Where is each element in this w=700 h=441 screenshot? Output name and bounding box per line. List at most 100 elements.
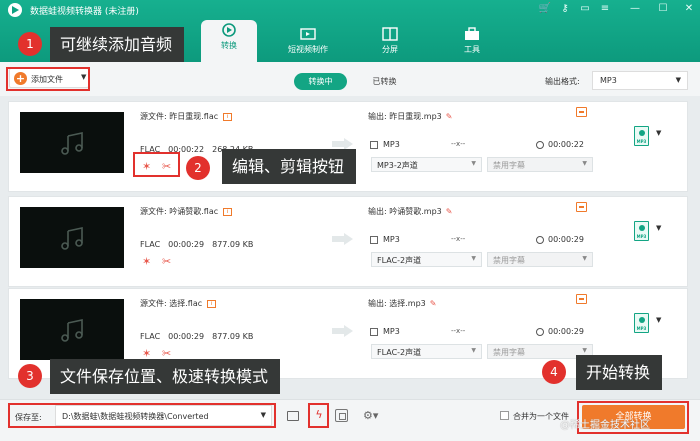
- add-file-button[interactable]: + 添加文件 ▼: [9, 68, 89, 88]
- edit-icon[interactable]: ✶: [142, 256, 151, 268]
- chevron-down-icon[interactable]: ▼: [656, 224, 661, 232]
- pencil-icon[interactable]: ✎: [446, 207, 453, 216]
- tab-short-video-label: 短视频制作: [288, 45, 328, 54]
- audio-track-value: FLAC-2声道: [377, 348, 422, 357]
- callout-number: 3: [18, 364, 42, 388]
- audio-thumbnail[interactable]: [20, 299, 124, 360]
- hardware-acceleration-icon[interactable]: [335, 409, 348, 422]
- chevron-down-icon[interactable]: ▼: [656, 129, 661, 137]
- pencil-icon[interactable]: ✎: [446, 112, 453, 121]
- chevron-down-icon: ▼: [471, 255, 476, 262]
- convert-icon: [222, 23, 236, 37]
- chevron-down-icon: ▼: [582, 255, 587, 262]
- source-file: 源文件: 选择.flac i: [140, 298, 217, 309]
- plus-icon: +: [14, 72, 27, 85]
- source-file-name: 源文件: 选择.flac: [140, 299, 203, 308]
- output-file: 输出: 昨日重现.mp3 ✎: [368, 111, 452, 122]
- subtitle-select[interactable]: 禁用字幕 ▼: [487, 252, 593, 267]
- merge-checkbox[interactable]: [500, 411, 509, 420]
- source-meta: FLAC 00:00:29 877.09 KB: [140, 332, 261, 341]
- folder-icon[interactable]: [287, 411, 299, 421]
- output-format: MP3: [370, 140, 400, 149]
- source-format: FLAC: [140, 332, 161, 341]
- audio-thumbnail[interactable]: [20, 207, 124, 268]
- output-duration-text: 00:00:22: [548, 140, 584, 149]
- output-format: MP3: [370, 235, 400, 244]
- audio-thumbnail[interactable]: [20, 112, 124, 173]
- gear-icon[interactable]: ⚙▾: [363, 407, 387, 424]
- mp3-format-icon[interactable]: MP3: [634, 126, 649, 146]
- tab-convert-label: 转换: [221, 41, 237, 50]
- output-info-icon[interactable]: [576, 107, 587, 117]
- chevron-down-icon: ▼: [582, 160, 587, 167]
- minimize-icon[interactable]: —: [628, 2, 642, 16]
- mp3-format-icon[interactable]: MP3: [634, 221, 649, 241]
- callout-number: 4: [542, 360, 566, 384]
- close-icon[interactable]: ✕: [682, 2, 696, 16]
- tab-converted[interactable]: 已转换: [358, 73, 411, 90]
- chat-icon[interactable]: ▭: [578, 2, 592, 16]
- source-format: FLAC: [140, 145, 161, 154]
- chevron-down-icon: ▼: [471, 160, 476, 167]
- scissors-icon[interactable]: ✂: [162, 256, 171, 268]
- source-duration: 00:00:29: [168, 332, 205, 341]
- app-logo-icon: [8, 3, 22, 17]
- arrow-right-icon: [332, 233, 354, 245]
- callout-label: 开始转换: [576, 355, 663, 390]
- chevron-down-icon[interactable]: ▼: [656, 316, 661, 324]
- clock-icon: [536, 327, 544, 336]
- tab-split[interactable]: 分屏: [348, 24, 432, 62]
- scissors-icon[interactable]: ✂: [162, 161, 171, 173]
- tab-converting[interactable]: 转换中: [294, 73, 347, 90]
- subtitle-select[interactable]: 禁用字幕 ▼: [487, 157, 593, 172]
- output-file-name: 输出: 选择.mp3: [368, 299, 426, 308]
- info-icon[interactable]: i: [207, 299, 217, 308]
- source-duration: 00:00:29: [168, 240, 205, 249]
- lightning-icon[interactable]: ϟ: [312, 405, 326, 426]
- tab-convert[interactable]: 转换: [201, 20, 257, 62]
- tab-tools[interactable]: 工具: [430, 24, 514, 62]
- audio-track-select[interactable]: FLAC-2声道 ▼: [371, 344, 482, 359]
- key-icon[interactable]: ⚷: [558, 2, 572, 16]
- output-format-text: MP3: [383, 235, 400, 244]
- tab-split-label: 分屏: [382, 45, 398, 54]
- output-info-icon[interactable]: [576, 202, 587, 212]
- mp3-format-icon[interactable]: MP3: [634, 313, 649, 333]
- cart-icon[interactable]: 🛒: [538, 2, 552, 16]
- output-format-select[interactable]: MP3 ▼: [592, 71, 688, 90]
- tab-short-video[interactable]: 短视频制作: [266, 24, 350, 62]
- output-file: 输出: 吟诵赞歌.mp3 ✎: [368, 206, 452, 217]
- pencil-icon[interactable]: ✎: [430, 299, 437, 308]
- chevron-down-icon: ▼: [675, 76, 681, 84]
- clock-icon: [536, 140, 544, 149]
- source-size: 877.09 KB: [212, 240, 254, 249]
- chevron-down-icon: ▼: [260, 411, 266, 419]
- output-duration: 00:00:22: [536, 140, 584, 149]
- save-path-select[interactable]: D:\数据蛙\数据蛙视频转换器\Converted ▼: [55, 405, 272, 426]
- save-path-value: D:\数据蛙\数据蛙视频转换器\Converted: [62, 412, 209, 421]
- output-file-name: 输出: 吟诵赞歌.mp3: [368, 207, 442, 216]
- info-icon[interactable]: i: [223, 112, 233, 121]
- maximize-icon[interactable]: ☐: [656, 2, 670, 16]
- save-to-label: 保存至:: [15, 413, 42, 422]
- menu-icon[interactable]: ≡: [598, 2, 612, 16]
- chevron-down-icon[interactable]: ▼: [81, 73, 86, 81]
- audio-track-select[interactable]: FLAC-2声道 ▼: [371, 252, 482, 267]
- output-file: 输出: 选择.mp3 ✎: [368, 298, 436, 309]
- chevron-down-icon: ▼: [582, 347, 587, 354]
- audio-track-select[interactable]: MP3-2声道 ▼: [371, 157, 482, 172]
- add-file-label: 添加文件: [31, 75, 63, 84]
- chevron-down-icon: ▼: [471, 347, 476, 354]
- music-note-icon: [61, 319, 83, 342]
- short-video-icon: [300, 28, 316, 40]
- arrow-right-icon: [332, 325, 354, 337]
- toolbox-icon: [465, 27, 479, 40]
- info-icon[interactable]: i: [223, 207, 233, 216]
- source-duration: 00:00:22: [168, 145, 205, 154]
- audio-track-value: MP3-2声道: [377, 161, 418, 170]
- audio-track-value: FLAC-2声道: [377, 256, 422, 265]
- resolution: --x--: [451, 327, 466, 335]
- edit-icon[interactable]: ✶: [142, 161, 151, 173]
- output-format-text: MP3: [383, 140, 400, 149]
- output-info-icon[interactable]: [576, 294, 587, 304]
